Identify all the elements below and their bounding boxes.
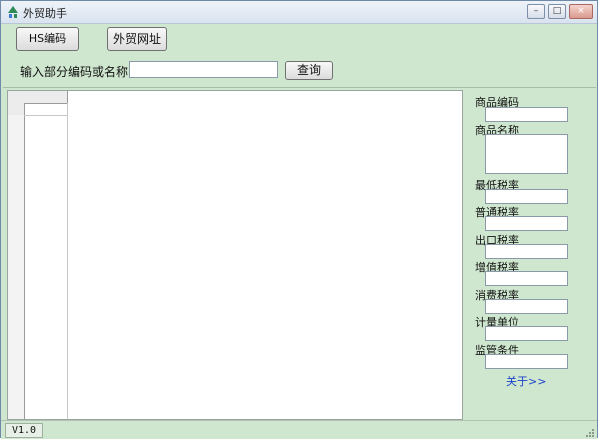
query-button[interactable]: 查询 (285, 61, 333, 80)
supervision-conditions-field[interactable] (485, 354, 568, 369)
window-title: 外贸助手 (23, 7, 67, 20)
unit-of-measure-field[interactable] (485, 326, 568, 341)
maximize-button[interactable]: □ (548, 4, 566, 19)
grid-column (24, 115, 68, 419)
search-input[interactable] (129, 61, 278, 78)
version-label: V1.0 (5, 423, 44, 438)
close-button[interactable]: × (569, 4, 593, 19)
product-code-field[interactable] (485, 107, 568, 122)
main-window: 外贸助手 – □ × HS编码 外贸网址 输入部分编码或名称： 查询 商品编码 … (0, 0, 598, 439)
search-label: 输入部分编码或名称： (20, 65, 141, 79)
results-grid[interactable] (7, 90, 463, 420)
resize-grip-icon[interactable] (584, 427, 594, 437)
tab-hs-code[interactable]: HS编码 (16, 27, 79, 51)
export-tax-rate-field[interactable] (485, 244, 568, 259)
minimize-button[interactable]: – (527, 4, 545, 19)
vat-rate-field[interactable] (485, 271, 568, 286)
tab-trade-websites[interactable]: 外贸网址 (107, 27, 167, 51)
consumption-tax-rate-field[interactable] (485, 299, 568, 314)
min-tax-rate-field[interactable] (485, 189, 568, 204)
general-tax-rate-field[interactable] (485, 216, 568, 231)
about-link[interactable]: 关于>> (506, 373, 546, 389)
app-logo-icon (8, 6, 18, 18)
grid-row-header-strip (8, 115, 25, 419)
divider (3, 87, 596, 88)
title-bar[interactable]: 外贸助手 – □ × (1, 1, 597, 24)
status-bar: V1.0 (1, 420, 597, 439)
product-name-field[interactable] (485, 134, 568, 174)
